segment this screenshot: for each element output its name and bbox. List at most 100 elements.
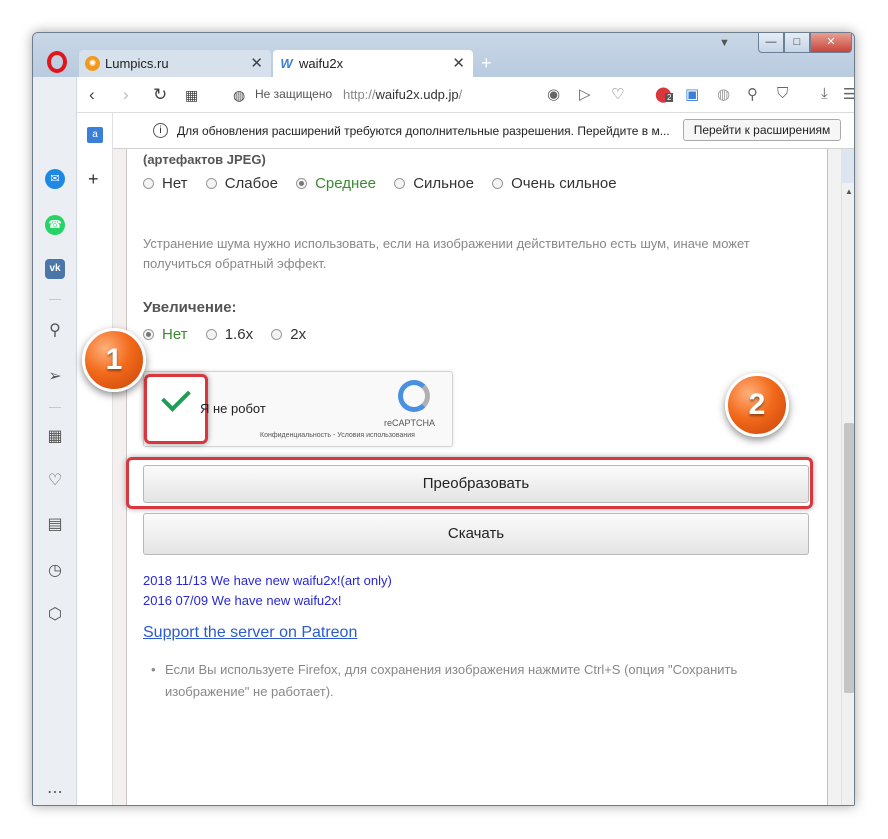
address-bar: ‹ › ↻ ▦ ◍ Не защищено http://waifu2x.udp… xyxy=(77,77,854,113)
noise-option-medium[interactable]: Среднее xyxy=(296,175,376,192)
noise-option-strong[interactable]: Сильное xyxy=(394,175,474,192)
back-icon[interactable]: ‹ xyxy=(89,85,95,105)
noise-heading: (артефактов JPEG) xyxy=(143,152,266,167)
url-prefix: http:// xyxy=(343,87,376,102)
bookmarks-heart-icon[interactable]: ♡ xyxy=(45,471,65,491)
page-scrollbar[interactable]: ▲ ▼ xyxy=(841,183,854,805)
recaptcha-checkbox[interactable] xyxy=(144,374,208,444)
url-field[interactable]: http://waifu2x.udp.jp/ xyxy=(343,87,462,102)
speed-dial-icon[interactable]: ▦ xyxy=(45,427,65,447)
easy-setup-icon[interactable]: ☰ xyxy=(843,85,854,103)
zoom-options: Нет 1.6x 2x xyxy=(143,326,320,343)
recaptcha-brand: reCAPTCHA xyxy=(384,418,436,428)
background-art-left xyxy=(113,149,127,805)
info-message: Для обновления расширений требуются допо… xyxy=(177,124,670,138)
url-host: waifu2x.udp.jp xyxy=(375,87,459,102)
radio-icon xyxy=(205,329,217,340)
sidebar-divider xyxy=(49,407,61,408)
info-icon: i xyxy=(153,123,168,138)
history-clock-icon[interactable]: ◷ xyxy=(45,561,65,581)
snapshot-camera-icon[interactable]: ◉ xyxy=(547,85,560,103)
radio-selected-icon xyxy=(296,178,308,189)
messenger-icon[interactable]: ✉ xyxy=(45,169,65,189)
option-label: Нет xyxy=(162,326,188,343)
noise-option-none[interactable]: Нет xyxy=(143,175,188,192)
bookmark-heart-icon[interactable]: ♡ xyxy=(611,85,624,103)
flow-send-icon[interactable]: ➢ xyxy=(45,367,65,387)
waifu-w-icon: W xyxy=(280,56,293,71)
step-badge-1: 1 xyxy=(82,328,146,392)
extension-badge: 2 xyxy=(665,93,674,102)
option-label: Слабое xyxy=(224,175,278,192)
opera-logo-icon[interactable] xyxy=(47,51,67,73)
send-flow-icon[interactable]: ▷ xyxy=(579,85,591,103)
web-page: (артефактов JPEG) Нет Слабое Среднее Сил… xyxy=(113,149,841,805)
tab-close-icon[interactable]: ✕ xyxy=(250,54,263,72)
tab-waifu2x[interactable]: W waifu2x ✕ xyxy=(273,50,473,77)
add-panel-icon[interactable]: + xyxy=(88,169,99,190)
bullet-icon: • xyxy=(151,662,156,677)
option-label: Сильное xyxy=(413,175,474,192)
title-bar: ✺ Lumpics.ru ✕ W waifu2x ✕ + ▼ — □ ✕ xyxy=(33,33,854,77)
noise-options: Нет Слабое Среднее Сильное Очень сильное xyxy=(143,175,631,192)
news-item[interactable]: 2018 11/13 We have new waifu2x!(art only… xyxy=(143,573,392,588)
translate-icon[interactable]: ▣ xyxy=(685,85,699,103)
vk-icon[interactable]: vk xyxy=(45,259,65,279)
firefox-note: • Если Вы используете Firefox, для сохра… xyxy=(151,659,805,703)
panel-column: a + xyxy=(77,113,113,805)
forward-icon[interactable]: › xyxy=(123,85,129,105)
option-label: Очень сильное xyxy=(511,175,617,192)
noise-hint: Устранение шума нужно использовать, если… xyxy=(143,236,750,271)
patreon-link[interactable]: Support the server on Patreon xyxy=(143,624,357,642)
zoom-option-2x[interactable]: 2x xyxy=(271,326,306,343)
download-button[interactable]: Скачать xyxy=(143,513,809,555)
zoom-option-1-6x[interactable]: 1.6x xyxy=(205,326,253,343)
close-window-button[interactable]: ✕ xyxy=(810,33,852,53)
radio-icon xyxy=(143,178,154,189)
noise-option-very-strong[interactable]: Очень сильное xyxy=(492,175,617,192)
download-icon[interactable]: ⤓ xyxy=(821,85,828,102)
noise-option-weak[interactable]: Слабое xyxy=(205,175,278,192)
extensions-cube-icon[interactable]: ⬡ xyxy=(45,605,65,625)
minimize-button[interactable]: — xyxy=(758,33,784,53)
tab-menu-icon[interactable]: ▼ xyxy=(719,37,730,49)
security-status[interactable]: Не защищено xyxy=(255,87,332,101)
radio-icon xyxy=(394,178,406,189)
search-page-icon[interactable]: ⚲ xyxy=(747,85,758,103)
vpn-globe-icon[interactable]: ◍ xyxy=(717,85,730,103)
radio-icon xyxy=(271,329,283,340)
tab-close-icon[interactable]: ✕ xyxy=(452,54,465,72)
reload-icon[interactable]: ↻ xyxy=(153,85,167,105)
recaptcha-label: Я не робот xyxy=(200,401,266,416)
new-tab-button[interactable]: + xyxy=(481,53,492,74)
scroll-up-icon[interactable]: ▲ xyxy=(845,187,853,196)
search-icon[interactable]: ⚲ xyxy=(45,321,65,341)
opera-sidebar: ✉ ☎ vk ⚲ ➢ ▦ ♡ ▤ ◷ ⬡ ⋯ xyxy=(33,77,77,805)
checkmark-icon xyxy=(161,382,191,412)
url-suffix: / xyxy=(458,87,463,102)
translate-panel-icon[interactable]: a xyxy=(87,127,103,143)
extension-permission-bar: i Для обновления расширений требуются до… xyxy=(113,113,854,149)
zoom-option-none[interactable]: Нет xyxy=(143,326,188,343)
more-options-icon[interactable]: ⋯ xyxy=(45,783,65,803)
option-label: 2x xyxy=(290,326,307,343)
scroll-thumb[interactable] xyxy=(844,423,854,693)
background-art-right xyxy=(827,149,841,805)
tab-label: waifu2x xyxy=(299,56,344,71)
adblock-shield-icon[interactable]: ⛉ xyxy=(777,85,788,102)
recaptcha-links[interactable]: Конфиденциальность - Условия использован… xyxy=(260,432,415,439)
note-text: Если Вы используете Firefox, для сохране… xyxy=(165,662,738,699)
sidebar-divider xyxy=(49,299,61,300)
maximize-button[interactable]: □ xyxy=(784,33,810,53)
convert-button[interactable]: Преобразовать xyxy=(143,465,809,503)
option-label: Среднее xyxy=(315,175,377,192)
whatsapp-icon[interactable]: ☎ xyxy=(45,215,65,235)
tab-label: Lumpics.ru xyxy=(105,56,169,71)
news-icon[interactable]: ▤ xyxy=(45,515,65,535)
go-to-extensions-button[interactable]: Перейти к расширениям xyxy=(683,119,841,141)
orange-slice-icon: ✺ xyxy=(85,56,100,71)
news-item[interactable]: 2016 07/09 We have new waifu2x! xyxy=(143,593,342,608)
tab-lumpics[interactable]: ✺ Lumpics.ru ✕ xyxy=(79,50,271,77)
option-label: Нет xyxy=(162,175,188,192)
tabs-grid-icon[interactable]: ▦ xyxy=(185,87,198,104)
